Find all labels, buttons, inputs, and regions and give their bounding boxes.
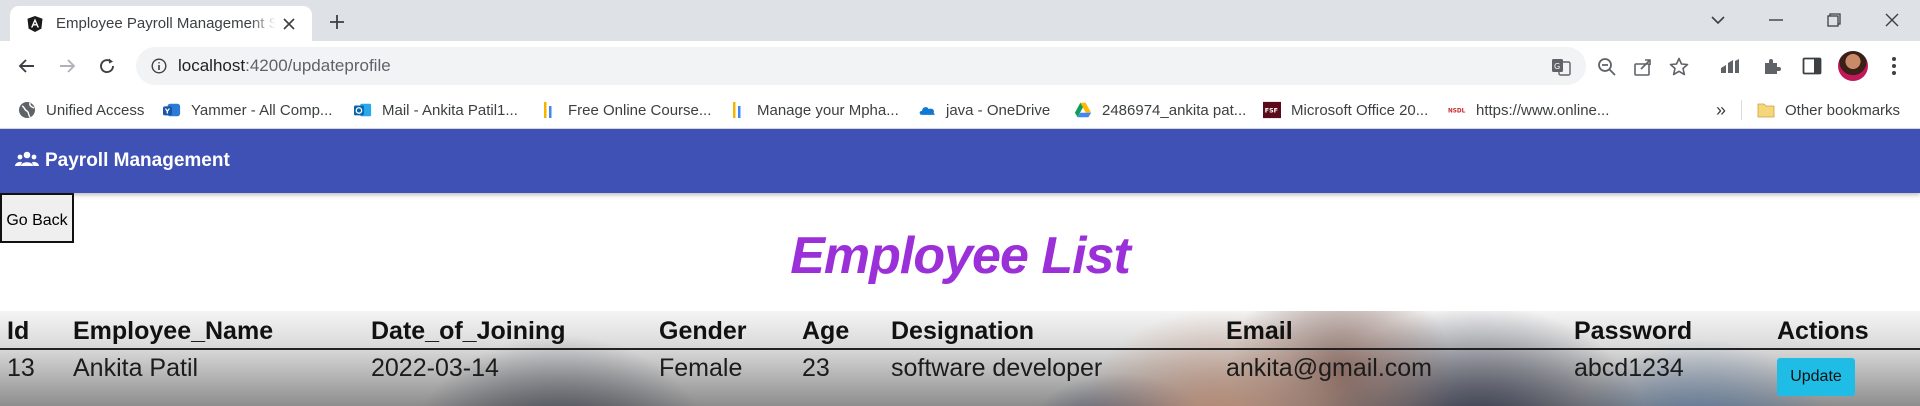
page-title: Employee List <box>790 227 1131 285</box>
column-header-employee-name: Employee_Name <box>66 311 364 350</box>
app-header: Payroll Management <box>0 129 1920 193</box>
bookmark-label: 2486974_ankita pat... <box>1102 101 1247 119</box>
column-header-actions: Actions <box>1770 311 1920 350</box>
new-tab-icon[interactable] <box>325 10 349 34</box>
restore-icon[interactable] <box>1812 5 1856 35</box>
column-header-email: Email <box>1219 311 1567 350</box>
more-vert-icon[interactable] <box>1882 54 1906 78</box>
extensions-icon[interactable] <box>1760 54 1784 78</box>
bookmark-label: Unified Access <box>46 101 145 119</box>
cell-email: ankita@gmail.com <box>1226 354 1433 382</box>
bookmark-item[interactable]: Unified Access <box>18 99 144 121</box>
close-icon[interactable] <box>280 15 298 33</box>
svg-text:NSDL: NSDL <box>1448 108 1466 114</box>
app-title: Payroll Management <box>45 150 230 171</box>
bookmark-item[interactable]: 2486974_ankita pat... <box>1074 99 1246 121</box>
svg-text:G: G <box>1554 62 1560 71</box>
svg-text:Y: Y <box>164 107 171 116</box>
other-bookmarks[interactable]: Other bookmarks <box>1757 99 1900 121</box>
folder-icon <box>1757 101 1775 119</box>
window-close-icon[interactable] <box>1870 5 1914 35</box>
globe-icon <box>18 101 36 119</box>
bookmarks-overflow[interactable]: » <box>1716 100 1726 121</box>
cell-gender: Female <box>659 354 743 382</box>
bookmark-label: Yammer - All Comp... <box>191 101 333 119</box>
outlook-icon <box>354 101 372 119</box>
people-icon <box>15 150 39 173</box>
bars-icon <box>540 101 558 119</box>
bookmark-label: java - OneDrive <box>946 101 1051 119</box>
tab-title: Employee Payroll Management S <box>56 15 276 32</box>
share-icon[interactable] <box>1632 56 1654 78</box>
bookmarks-bar: Unified Access Y Yammer - All Comp... Ma… <box>0 91 1920 129</box>
bookmark-label: Manage your Mpha... <box>757 101 899 119</box>
nsdl-icon: NSDL <box>1448 101 1466 119</box>
address-bar[interactable]: localhost:4200/updateprofile G <box>136 47 1689 85</box>
cell-date-of-joining: 2022-03-14 <box>371 354 499 382</box>
employee-table: Id Employee_Name Date_of_Joining Gender … <box>0 311 1920 396</box>
update-button[interactable]: Update <box>1777 358 1855 396</box>
browser-tab[interactable]: Employee Payroll Management S <box>10 6 312 41</box>
url-host: localhost <box>178 56 246 75</box>
url-path: :4200/updateprofile <box>245 56 391 75</box>
onedrive-icon <box>918 101 936 119</box>
svg-text:FSF: FSF <box>1265 108 1278 115</box>
info-icon[interactable] <box>150 57 168 75</box>
reload-icon[interactable] <box>95 54 119 78</box>
cell-designation: software developer <box>891 354 1103 382</box>
translate-icon[interactable]: G <box>1550 56 1572 78</box>
table-row: 13 Ankita Patil 2022-03-14 Female 23 sof… <box>0 349 1920 396</box>
bookmark-item[interactable]: FSF Microsoft Office 20... <box>1263 99 1428 121</box>
column-header-id: Id <box>0 311 66 350</box>
bookmark-label: Free Online Course... <box>568 101 712 119</box>
bookmark-label: Microsoft Office 20... <box>1291 101 1429 119</box>
browser-toolbar: localhost:4200/updateprofile G <box>0 41 1920 91</box>
cell-id: 13 <box>7 354 35 382</box>
forward-arrow-icon[interactable] <box>55 54 79 78</box>
column-header-password: Password <box>1567 311 1770 350</box>
bookmark-item[interactable]: Free Online Course... <box>540 99 711 121</box>
bookmark-item[interactable]: NSDL https://www.online... <box>1448 99 1609 121</box>
other-bookmarks-label: Other bookmarks <box>1785 101 1901 119</box>
column-header-age: Age <box>795 311 884 350</box>
bookmark-label: https://www.online... <box>1476 101 1610 119</box>
table-header-row: Id Employee_Name Date_of_Joining Gender … <box>0 311 1920 350</box>
angular-icon <box>26 15 44 33</box>
bars-icon <box>729 101 747 119</box>
employee-table-container: Id Employee_Name Date_of_Joining Gender … <box>0 311 1920 406</box>
fsf-icon: FSF <box>1263 101 1281 119</box>
column-header-designation: Designation <box>884 311 1219 350</box>
browser-tab-strip: Employee Payroll Management S <box>0 0 1920 41</box>
cell-password: abcd1234 <box>1574 354 1684 382</box>
bookmark-label: Mail - Ankita Patil1... <box>382 101 518 119</box>
yammer-icon: Y <box>163 101 181 119</box>
drive-icon <box>1074 101 1092 119</box>
bookmark-star-icon[interactable] <box>1668 56 1690 78</box>
cell-actions: Update <box>1770 349 1920 396</box>
bookmark-item[interactable]: Mail - Ankita Patil1... <box>354 99 518 121</box>
minimize-icon[interactable] <box>1754 5 1798 35</box>
zoom-out-icon[interactable] <box>1596 56 1618 78</box>
column-header-gender: Gender <box>652 311 795 350</box>
bookmarks-divider <box>1741 100 1742 120</box>
bookmark-item[interactable]: java - OneDrive <box>918 99 1050 121</box>
url-text[interactable]: localhost:4200/updateprofile <box>178 56 391 76</box>
cell-age: 23 <box>802 354 830 382</box>
tab-search-icon[interactable] <box>1696 5 1740 35</box>
back-arrow-icon[interactable] <box>15 54 39 78</box>
bookmark-item[interactable]: Y Yammer - All Comp... <box>163 99 332 121</box>
cell-employee-name: Ankita Patil <box>73 354 199 382</box>
profile-avatar[interactable] <box>1838 51 1868 81</box>
bookmark-item[interactable]: Manage your Mpha... <box>729 99 899 121</box>
performance-icon[interactable] <box>1718 54 1742 78</box>
side-panel-icon[interactable] <box>1800 54 1824 78</box>
column-header-date-of-joining: Date_of_Joining <box>364 311 652 350</box>
